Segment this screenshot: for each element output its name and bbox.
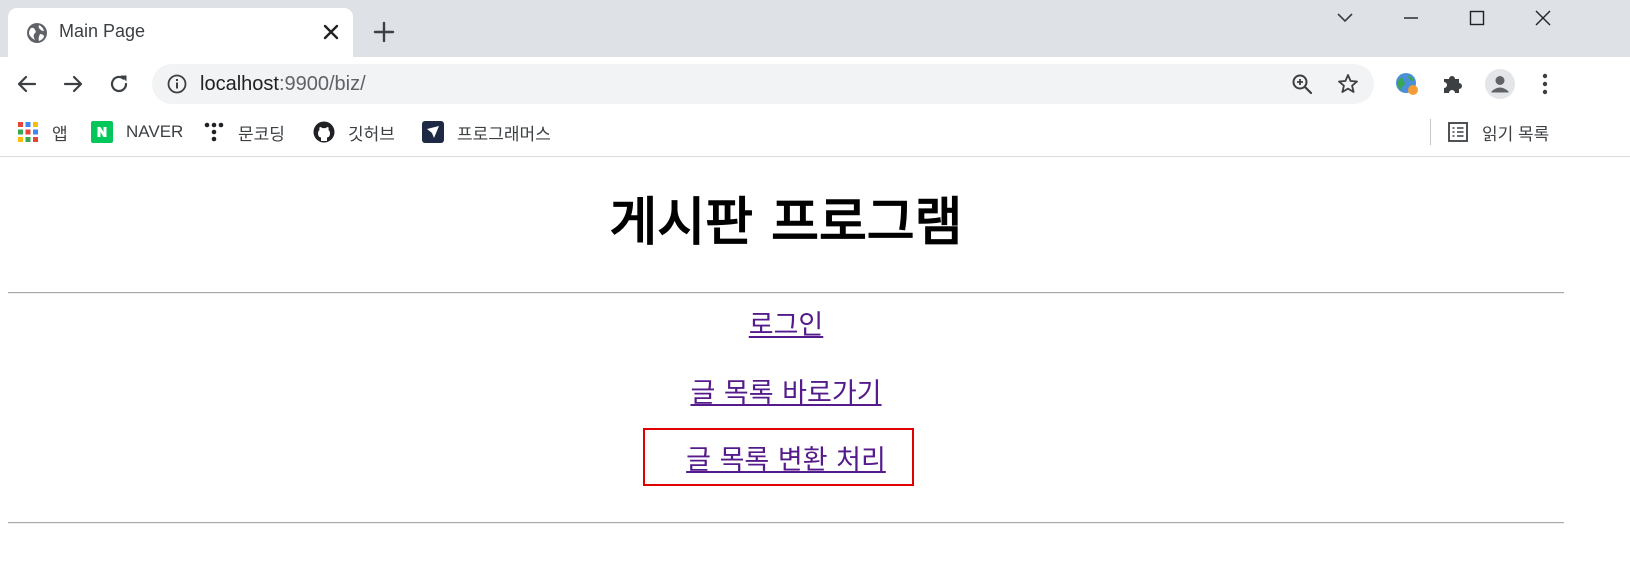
tab-title: Main Page — [59, 21, 146, 41]
github-icon — [313, 121, 335, 143]
url-host: localhost — [200, 73, 279, 95]
bookmark-label: 프로그래머스 — [457, 124, 551, 144]
bookmark-github[interactable]: 깃허브 — [313, 117, 395, 147]
bookmarks-bar: 앱 NAVER 문코딩 깃허브 프로그래머스 읽기 목록 — [0, 111, 1630, 157]
login-link[interactable]: 로그인 — [0, 309, 1572, 343]
globe-icon — [27, 23, 47, 43]
forward-arrow-icon[interactable] — [60, 71, 86, 97]
apps-grid-icon — [18, 122, 38, 142]
bookmark-label: 앱 — [52, 124, 68, 144]
bookmark-naver[interactable]: NAVER — [91, 117, 183, 147]
window-close-icon[interactable] — [1531, 6, 1555, 30]
horizontal-rule — [8, 292, 1564, 294]
new-tab-plus-icon[interactable] — [373, 21, 395, 43]
url-text[interactable]: localhost:9900/biz/ — [200, 73, 366, 96]
reading-list-button[interactable]: 읽기 목록 — [1447, 117, 1549, 147]
page-title: 게시판 프로그램 — [609, 193, 963, 253]
tab-strip: Main Page — [0, 0, 1630, 57]
browser-toolbar: localhost:9900/biz/ — [0, 57, 1630, 111]
highlight-box — [643, 428, 914, 486]
programmers-icon — [422, 121, 444, 143]
bookmark-programmers[interactable]: 프로그래머스 — [422, 117, 551, 147]
naver-icon — [91, 121, 113, 143]
bookmark-label: NAVER — [126, 122, 184, 141]
horizontal-rule — [8, 522, 1564, 524]
site-info-icon[interactable] — [166, 73, 188, 95]
reading-list-label: 읽기 목록 — [1482, 124, 1550, 144]
reading-list-icon — [1448, 122, 1468, 142]
bookmark-label: 깃허브 — [348, 124, 395, 144]
more-menu-icon[interactable] — [1532, 71, 1558, 97]
extension-globe-icon[interactable] — [1394, 71, 1420, 97]
bookmark-mooncoding[interactable]: 문코딩 — [203, 117, 285, 147]
bookmark-label: 문코딩 — [238, 124, 285, 144]
back-arrow-icon[interactable] — [14, 71, 40, 97]
bookmark-apps[interactable]: 앱 — [17, 117, 68, 147]
reload-icon[interactable] — [106, 71, 132, 97]
maximize-icon[interactable] — [1465, 6, 1489, 30]
address-bar[interactable]: localhost:9900/biz/ — [152, 64, 1374, 104]
profile-avatar-icon[interactable] — [1485, 69, 1515, 99]
extensions-puzzle-icon[interactable] — [1440, 71, 1466, 97]
url-path: :9900/biz/ — [278, 73, 366, 95]
tab-main-page[interactable]: Main Page — [8, 8, 353, 57]
close-icon[interactable] — [320, 21, 342, 43]
minimize-icon[interactable] — [1399, 6, 1423, 30]
dots-icon — [204, 122, 224, 142]
bookmarks-divider — [1430, 119, 1431, 145]
zoom-icon[interactable] — [1290, 72, 1314, 96]
tab-search-chevron-icon[interactable] — [1333, 6, 1357, 30]
board-list-link[interactable]: 글 목록 바로가기 — [0, 377, 1572, 411]
bookmark-star-icon[interactable] — [1336, 72, 1360, 96]
